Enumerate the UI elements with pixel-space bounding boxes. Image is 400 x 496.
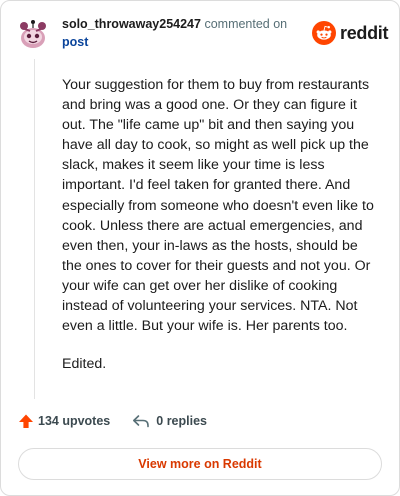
reply-arrow-icon (133, 415, 150, 428)
comment-paragraph: Your suggestion for them to buy from res… (62, 77, 374, 335)
reddit-logo-icon (312, 21, 336, 45)
embedded-comment-card: solo_throwaway254247 commented on post r… (0, 0, 400, 496)
username-link[interactable]: solo_throwaway254247 (62, 17, 201, 31)
post-link[interactable]: post (62, 35, 88, 49)
reddit-logo-text: reddit (340, 22, 389, 43)
upvote-button[interactable]: 134 upvotes (18, 413, 110, 429)
comment-meta: solo_throwaway254247 commented on (62, 17, 287, 31)
reddit-logo[interactable]: reddit (312, 21, 389, 45)
reply-count: 0 replies (156, 414, 207, 428)
upvote-arrow-icon (19, 414, 33, 428)
view-more-on-reddit-button[interactable]: View more on Reddit (18, 448, 382, 480)
commented-on-text: commented on (204, 17, 288, 31)
comment-actions: 134 upvotes 0 replies (18, 413, 207, 429)
reply-button[interactable]: 0 replies (132, 413, 207, 429)
snoo-avatar-icon (20, 20, 46, 48)
upvote-count: 134 upvotes (38, 414, 111, 428)
avatar[interactable] (18, 18, 48, 50)
comment-body: Your suggestion for them to buy from res… (62, 75, 374, 392)
thread-line (34, 59, 35, 399)
comment-paragraph: Edited. (62, 356, 107, 373)
